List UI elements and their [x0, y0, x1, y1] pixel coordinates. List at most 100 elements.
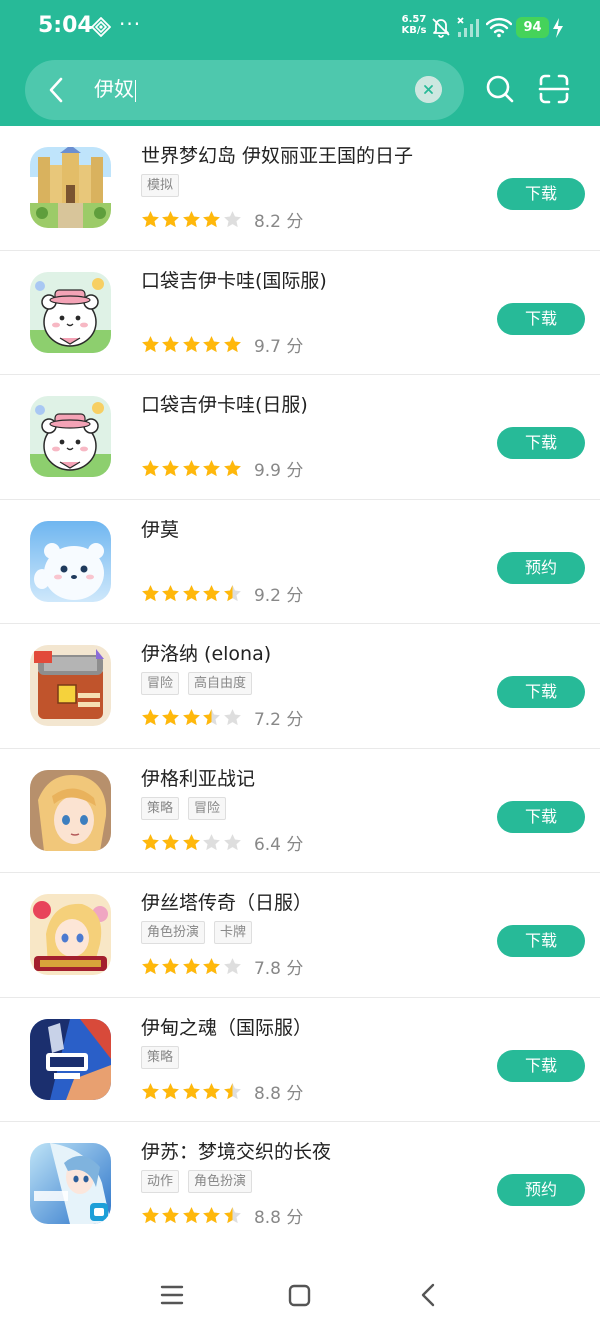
star-full-icon [182, 460, 200, 477]
star-full-icon [203, 1207, 221, 1224]
search-input[interactable] [25, 60, 464, 120]
menu-icon[interactable] [160, 1284, 184, 1306]
star-full-icon [162, 1207, 180, 1224]
tag-list: 策略 [141, 1045, 188, 1069]
star-full-icon [142, 335, 159, 352]
app-title[interactable]: 伊丝塔传奇（日服） [141, 890, 312, 916]
category-tag[interactable]: 冒险 [141, 672, 180, 695]
category-tag[interactable]: 卡牌 [214, 921, 253, 944]
rating-stars [141, 708, 243, 727]
star-empty-icon [223, 709, 241, 726]
app-title[interactable]: 伊洛纳 (elona) [141, 641, 271, 667]
list-item[interactable]: 口袋吉伊卡哇(国际服) 9.7 分 下载 [0, 251, 600, 375]
category-tag[interactable]: 模拟 [141, 174, 180, 197]
list-item[interactable]: 口袋吉伊卡哇(日服) 9.9 分 下载 [0, 375, 600, 500]
category-tag[interactable]: 高自由度 [188, 672, 253, 695]
app-title[interactable]: 世界梦幻岛 伊奴丽亚王国的日子 [141, 143, 413, 169]
star-full-icon [182, 1082, 200, 1099]
app-title[interactable]: 伊莫 [141, 517, 179, 543]
rating-stars [141, 957, 243, 976]
star-full-icon [182, 1207, 200, 1224]
download-button[interactable]: 下载 [497, 925, 585, 957]
app-title[interactable]: 伊格利亚战记 [141, 766, 255, 792]
star-full-icon [182, 335, 200, 352]
tag-list: 冒险 高自由度 [141, 672, 261, 695]
star-full-icon [182, 709, 200, 726]
rating: 9.2 分 [141, 581, 303, 606]
white-bear-pink-hat-icon[interactable] [30, 396, 111, 477]
category-tag[interactable]: 角色扮演 [141, 921, 206, 944]
rating-stars [141, 1082, 243, 1101]
app-title[interactable]: 口袋吉伊卡哇(日服) [141, 392, 308, 418]
star-full-icon [223, 335, 241, 352]
elona-chest-icon[interactable] [30, 645, 111, 726]
star-full-icon [162, 460, 180, 477]
star-full-icon [142, 211, 159, 228]
nfc-icon [91, 17, 111, 37]
star-full-icon [142, 1207, 159, 1224]
2v2-fight-now-icon[interactable] [30, 1018, 111, 1100]
star-full-icon [162, 1082, 180, 1099]
reserve-button[interactable]: 预约 [497, 551, 585, 584]
status-time: 5:04 [38, 13, 93, 38]
white-bear-waving-icon[interactable] [30, 520, 111, 602]
star-half-icon [223, 1082, 241, 1099]
white-bear-pink-hat-icon[interactable] [30, 271, 111, 353]
category-tag[interactable]: 策略 [141, 1045, 180, 1069]
clear-icon[interactable] [415, 76, 442, 103]
download-button[interactable]: 下载 [497, 800, 585, 833]
more-dots-icon: ··· [119, 12, 142, 36]
scan-icon[interactable] [538, 73, 570, 105]
star-full-icon [203, 1082, 221, 1099]
list-item[interactable]: 伊格利亚战记 策略 冒险 6.4 分 下载 [0, 749, 600, 873]
mute-bell-icon [432, 18, 450, 38]
list-item[interactable]: 世界梦幻岛 伊奴丽亚王国的日子 模拟 8.2 分 下载 [0, 126, 600, 251]
castle-town-game-icon[interactable] [30, 147, 111, 228]
back-chevron-icon[interactable] [418, 1283, 438, 1307]
rating-score: 8.2 分 [253, 212, 304, 232]
rating: 9.9 分 [141, 456, 303, 481]
app-title[interactable]: 口袋吉伊卡哇(国际服) [141, 268, 327, 294]
app-title[interactable]: 伊苏：梦境交织的长夜 [141, 1139, 331, 1165]
rating-score: 8.8 分 [253, 1208, 304, 1228]
reserve-button[interactable]: 预约 [497, 1174, 585, 1206]
star-full-icon [203, 958, 221, 975]
back-arrow-icon[interactable] [45, 76, 69, 104]
blonde-knight-portrait-icon[interactable] [30, 769, 111, 851]
home-square-icon[interactable] [288, 1284, 311, 1307]
search-query-text[interactable]: 伊奴 [94, 74, 136, 104]
app-title[interactable]: 伊甸之魂（国际服） [141, 1015, 312, 1041]
search-results-list: 世界梦幻岛 伊奴丽亚王国的日子 模拟 8.2 分 下载 口袋吉伊卡哇(国际服) … [0, 126, 600, 1247]
category-tag[interactable]: 冒险 [188, 796, 227, 820]
category-tag[interactable]: 角色扮演 [188, 1170, 253, 1193]
star-full-icon [162, 833, 180, 850]
star-full-icon [142, 709, 159, 726]
list-item[interactable]: 伊丝塔传奇（日服） 角色扮演 卡牌 7.8 分 下载 [0, 873, 600, 998]
download-button[interactable]: 下载 [497, 178, 585, 210]
star-full-icon [142, 584, 159, 601]
net-speed: 6.57 KB/s [401, 14, 427, 36]
download-button[interactable]: 下载 [497, 1049, 585, 1082]
category-tag[interactable]: 策略 [141, 796, 180, 820]
download-button[interactable]: 下载 [497, 427, 585, 459]
list-item[interactable]: 伊莫 9.2 分 预约 [0, 500, 600, 624]
list-item[interactable]: 伊洛纳 (elona) 冒险 高自由度 7.2 分 下载 [0, 624, 600, 749]
rating-score: 8.8 分 [253, 1083, 304, 1104]
rating: 8.8 分 [141, 1203, 303, 1228]
star-empty-icon [223, 211, 241, 228]
rating: 7.2 分 [141, 705, 303, 730]
ys-viii-heroine-icon[interactable] [30, 1143, 111, 1224]
star-full-icon [203, 335, 221, 352]
star-half-icon [203, 709, 221, 726]
anime-girl-anniversary-icon[interactable] [30, 894, 111, 975]
download-button[interactable]: 下载 [497, 302, 585, 335]
list-item[interactable]: 伊苏：梦境交织的长夜 动作 角色扮演 8.8 分 预约 [0, 1122, 600, 1247]
rating-score: 9.7 分 [253, 336, 304, 357]
star-full-icon [203, 584, 221, 601]
download-button[interactable]: 下载 [497, 676, 585, 708]
search-icon[interactable] [484, 73, 516, 105]
tag-list: 策略 冒险 [141, 796, 235, 820]
list-item[interactable]: 伊甸之魂（国际服） 策略 8.8 分 下载 [0, 998, 600, 1122]
star-full-icon [203, 211, 221, 228]
category-tag[interactable]: 动作 [141, 1170, 180, 1193]
